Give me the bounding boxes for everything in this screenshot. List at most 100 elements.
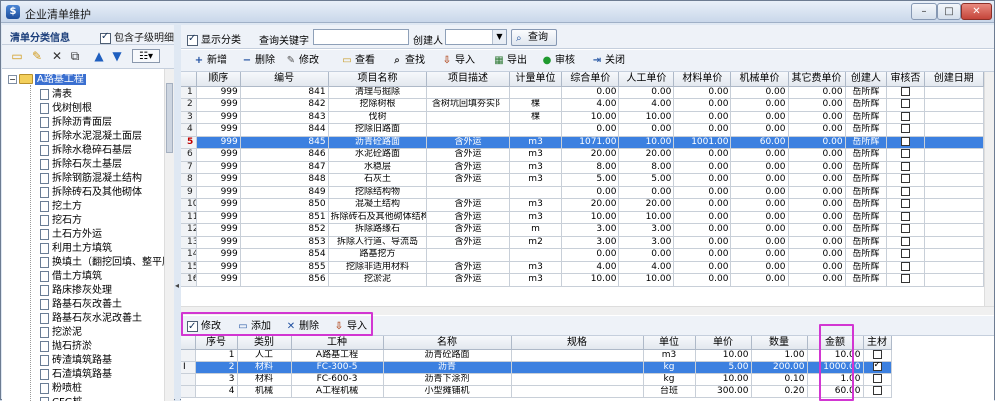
cell-desc[interactable]: 含外运 (427, 161, 509, 174)
column-header[interactable]: 材料单价 (674, 72, 731, 86)
cell-total[interactable]: 20.00 (562, 149, 619, 162)
column-header[interactable]: 审核否 (887, 72, 924, 86)
tree-item[interactable]: 土石方外运 (40, 225, 102, 239)
cell-labor[interactable]: 10.00 (619, 211, 674, 224)
tree-item[interactable]: 伐树刨根 (40, 99, 92, 113)
cell-mat[interactable]: 0.00 (674, 236, 731, 249)
cell-code[interactable]: A工程机械 (291, 385, 383, 397)
cell-labor[interactable]: 10.00 (619, 136, 674, 149)
cell-n[interactable]: 3 (195, 373, 237, 385)
cell-seq[interactable]: 999 (196, 161, 240, 174)
query-button[interactable]: ⌕查询 (511, 29, 557, 46)
cell-n[interactable]: 4 (195, 385, 237, 397)
cell-labor[interactable]: 8.00 (619, 161, 674, 174)
cell-other[interactable]: 0.00 (788, 174, 845, 187)
cell-labor[interactable]: 0.00 (619, 186, 674, 199)
cell-total[interactable]: 0.00 (562, 124, 619, 137)
cell-mat[interactable]: 0.00 (674, 86, 731, 99)
bill-grid-hscroll[interactable] (181, 306, 994, 315)
table-row[interactable]: 14999854路基挖方0.000.000.000.000.00岳所辉 (181, 249, 984, 262)
cell-mat[interactable]: 0.00 (674, 224, 731, 237)
edit-folder-icon[interactable]: ✎ (30, 49, 44, 63)
cell-creator[interactable]: 岳所辉 (845, 186, 887, 199)
cell-mat[interactable]: 0.00 (674, 99, 731, 112)
detail-delete-button[interactable]: ✕删除 (285, 319, 319, 335)
main-material-checkbox[interactable] (873, 362, 882, 371)
cell-unit[interactable]: m (509, 224, 562, 237)
cell-audited[interactable] (887, 199, 924, 212)
cell-mat[interactable]: 0.00 (674, 261, 731, 274)
column-header[interactable]: 机械单价 (731, 72, 788, 86)
copy-icon[interactable]: ⧉ (68, 49, 82, 63)
cell-created-date[interactable] (924, 186, 983, 199)
cell-mach[interactable]: 0.00 (731, 249, 788, 262)
table-row[interactable]: 5999845沥青砼路面含外运m31071.0010.001001.0060.0… (181, 136, 984, 149)
cell-name[interactable]: 混凝土结构 (328, 199, 427, 212)
table-row[interactable]: 7999847水稳层含外运m38.008.000.000.000.00岳所辉 (181, 161, 984, 174)
cell-total[interactable]: 3.00 (562, 224, 619, 237)
cell-price[interactable]: 10.00 (695, 349, 751, 361)
cell-total[interactable]: 0.00 (562, 249, 619, 262)
cell-name[interactable]: 水稳层 (328, 161, 427, 174)
table-row[interactable]: 10999850混凝土结构含外运m320.0020.000.000.000.00… (181, 199, 984, 212)
cell-audited[interactable] (887, 211, 924, 224)
cell-unit[interactable]: m3 (509, 211, 562, 224)
cell-created-date[interactable] (924, 174, 983, 187)
toolbar-button-1[interactable]: −删除 (241, 53, 275, 69)
cell-seq[interactable]: 999 (196, 224, 240, 237)
column-header[interactable]: 金额 (807, 336, 863, 349)
cell-code[interactable]: FC-600-3 (291, 373, 383, 385)
cell-creator[interactable]: 岳所辉 (845, 86, 887, 99)
cell-amount[interactable]: 1.00 (807, 373, 863, 385)
audit-checkbox[interactable] (901, 137, 910, 146)
table-row[interactable]: 9999849挖除结构物0.000.000.000.000.00岳所辉 (181, 186, 984, 199)
cell-created-date[interactable] (924, 99, 983, 112)
collapse-left-icon[interactable]: ◂ (175, 281, 179, 290)
cell-name[interactable]: 沥青砼路面 (383, 349, 511, 361)
cell-seq[interactable]: 999 (196, 186, 240, 199)
cell-price[interactable]: 10.00 (695, 373, 751, 385)
minimize-button[interactable]: – (911, 3, 937, 20)
new-folder-icon[interactable]: ▭ (10, 49, 24, 63)
tree-item[interactable]: 拆除沥青面层 (40, 113, 112, 127)
cell-mach[interactable]: 0.00 (731, 211, 788, 224)
tree-root[interactable]: −A路基工程 (8, 70, 86, 84)
cell-creator[interactable]: 岳所辉 (845, 136, 887, 149)
cell-qty[interactable]: 0.20 (751, 385, 807, 397)
cell-desc[interactable]: 含外运 (427, 224, 509, 237)
cell-code[interactable]: 850 (240, 199, 328, 212)
cell-mach[interactable]: 0.00 (731, 161, 788, 174)
cell-other[interactable]: 0.00 (788, 86, 845, 99)
cell-total[interactable]: 8.00 (562, 161, 619, 174)
cell-name[interactable]: 沥青 (383, 361, 511, 373)
cell-other[interactable]: 0.00 (788, 99, 845, 112)
cell-mat[interactable]: 0.00 (674, 199, 731, 212)
cell-seq[interactable]: 999 (196, 136, 240, 149)
column-header[interactable]: 创建人 (845, 72, 887, 86)
cell-other[interactable]: 0.00 (788, 236, 845, 249)
resource-row[interactable]: 3材料FC-600-3沥青下涂剂kg10.000.101.00 (181, 373, 891, 385)
cell-other[interactable]: 0.00 (788, 249, 845, 262)
cell-seq[interactable]: 999 (196, 149, 240, 162)
cell-other[interactable]: 0.00 (788, 186, 845, 199)
cell-amount[interactable]: 10.00 (807, 349, 863, 361)
cell-desc[interactable] (427, 86, 509, 99)
audit-checkbox[interactable] (901, 249, 910, 258)
cell-audited[interactable] (887, 111, 924, 124)
detail-edit-checkbox[interactable] (187, 321, 198, 332)
creator-select[interactable]: ▼ (445, 29, 507, 45)
tree-item[interactable]: 利用土方填筑 (40, 239, 112, 253)
tree-item[interactable]: 挖石方 (40, 211, 82, 225)
cell-labor[interactable]: 4.00 (619, 99, 674, 112)
cell-mat[interactable]: 1001.00 (674, 136, 731, 149)
cell-spec[interactable] (511, 349, 643, 361)
table-row[interactable]: 6999846水泥砼路面含外运m320.0020.000.000.000.00岳… (181, 149, 984, 162)
cell-creator[interactable]: 岳所辉 (845, 274, 887, 287)
column-header[interactable]: 人工单价 (619, 72, 674, 86)
cell-labor[interactable]: 20.00 (619, 199, 674, 212)
cell-code[interactable]: A路基工程 (291, 349, 383, 361)
cell-code[interactable]: 841 (240, 86, 328, 99)
cell-price[interactable]: 5.00 (695, 361, 751, 373)
tree-item[interactable]: 抛石挤淤 (40, 337, 92, 351)
cell-other[interactable]: 0.00 (788, 224, 845, 237)
